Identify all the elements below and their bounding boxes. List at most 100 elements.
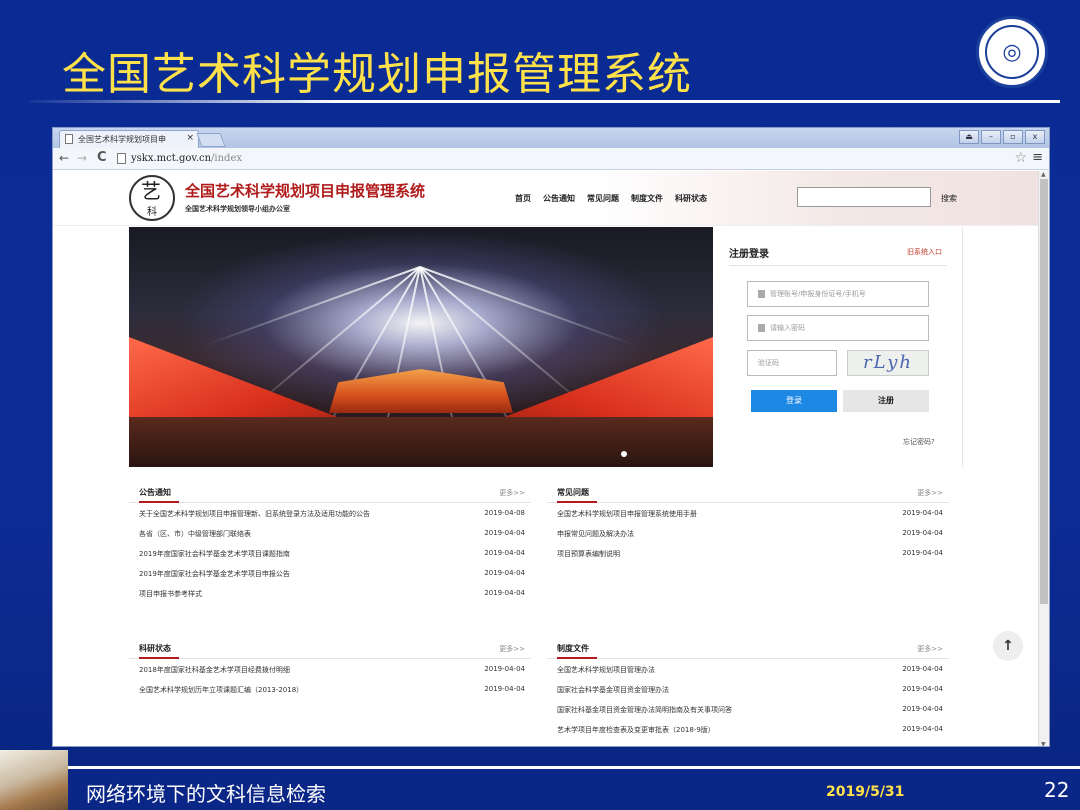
list-item[interactable]: 国家社科基金项目资金管理办法简明指南及有关事项问答 2019-04-04 [547,699,949,719]
list-item[interactable]: 2018年度国家社科基金艺术学项目经费拨付明细 2019-04-04 [129,659,531,679]
nav-notices[interactable]: 公告通知 [543,193,575,204]
nav-home[interactable]: 首页 [515,193,531,204]
site-logo-char-top: 艺 [141,179,161,203]
maximize-button[interactable]: ▫ [1003,130,1023,144]
scrollbar-thumb[interactable] [1040,179,1048,604]
page-scrollbar[interactable]: ▲ ▼ [1038,171,1049,746]
item-title[interactable]: 全国艺术科学规划项目申报管理系统使用手册 [557,509,697,519]
item-title[interactable]: 2019年度国家社会科学基金艺术学项目课题指南 [139,549,290,559]
register-button[interactable]: 注册 [843,390,929,412]
scroll-up-icon[interactable]: ▲ [1041,171,1046,178]
faq-section: 常见问题 更多>> 全国艺术科学规划项目申报管理系统使用手册 2019-04-04… [547,487,949,563]
item-title[interactable]: 全国艺术科学规划项目管理办法 [557,665,655,675]
item-title[interactable]: 2018年度国家社科基金艺术学项目经费拨付明细 [139,665,290,675]
item-title[interactable]: 项目申报书参考样式 [139,589,202,599]
forward-arrow-icon[interactable]: → [77,151,87,165]
tab-title: 全国艺术科学规划项目申 [78,135,166,144]
site-search-input[interactable] [797,187,931,207]
item-date: 2019-04-04 [484,665,525,673]
item-title[interactable]: 艺术学项目年度检查表及变更审批表（2018-9版） [557,725,715,735]
item-title[interactable]: 国家社会科学基金项目资金管理办法 [557,685,669,695]
item-date: 2019-04-04 [484,569,525,577]
forgot-password-link[interactable]: 忘记密码? [903,437,935,447]
tab-close-icon[interactable]: × [186,133,194,143]
minimize-button[interactable]: – [981,130,1001,144]
browser-menu-icon[interactable]: ≡ [1032,150,1043,165]
section-header: 制度文件 更多>> [547,643,949,659]
bookmark-star-icon[interactable]: ☆ [1014,150,1027,166]
browser-tab[interactable]: 全国艺术科学规划项目申 × [59,130,199,148]
login-button[interactable]: 登录 [751,390,837,412]
list-item[interactable]: 国家社会科学基金项目资金管理办法 2019-04-04 [547,679,949,699]
item-title[interactable]: 国家社科基金项目资金管理办法简明指南及有关事项问答 [557,705,732,715]
list-item[interactable]: 关于全国艺术科学规划项目申报管理新、旧系统登录方法及适用功能的公告 2019-04… [129,503,531,523]
item-date: 2019-04-04 [902,725,943,733]
list-item[interactable]: 项目申报书参考样式 2019-04-04 [129,583,531,603]
slide-title: 全国艺术科学规划申报管理系统 [62,49,692,100]
login-divider [729,265,947,266]
more-link[interactable]: 更多>> [499,644,525,654]
list-item[interactable]: 艺术学项目年度检查表及变更审批表（2018-9版） 2019-04-04 [547,719,949,739]
password-input[interactable]: 请输入密码 [747,315,929,341]
list-item[interactable]: 各省（区、市）中级管理部门联络表 2019-04-04 [129,523,531,543]
more-link[interactable]: 更多>> [499,488,525,498]
item-title[interactable]: 项目预算表编制说明 [557,549,620,559]
close-window-button[interactable]: x [1025,130,1045,144]
captcha-input[interactable]: 验证码 [747,350,837,376]
item-title[interactable]: 关于全国艺术科学规划项目申报管理新、旧系统登录方法及适用功能的公告 [139,509,370,519]
scroll-down-icon[interactable]: ▼ [1041,741,1046,746]
list-item[interactable]: 2019年度国家社会科学基金艺术学项目课题指南 2019-04-04 [129,543,531,563]
url-host: yskx.mct.gov.cn [131,153,212,164]
item-title[interactable]: 全国艺术科学规划历年立项课题汇编（2013-2018） [139,685,303,695]
nav-faq[interactable]: 常见问题 [587,193,619,204]
site-search-button[interactable]: 搜索 [941,193,957,204]
profile-button[interactable]: ⏏ [959,130,979,144]
site-header: 艺 科 全国艺术科学规划项目申报管理系统 全国艺术科学规划领导小组办公室 首页 … [53,171,1039,226]
regulations-section: 制度文件 更多>> 全国艺术科学规划项目管理办法 2019-04-04 国家社会科… [547,643,949,739]
list-item[interactable]: 申报常见问题及解决办法 2019-04-04 [547,523,949,543]
list-item[interactable]: 全国艺术科学规划项目申报管理系统使用手册 2019-04-04 [547,503,949,523]
nav-research[interactable]: 科研状态 [675,193,707,204]
page-icon [117,153,126,164]
list-item[interactable]: 全国艺术科学规划项目管理办法 2019-04-04 [547,659,949,679]
list-item[interactable]: 2019年度国家社会科学基金艺术学项目申报公告 2019-04-04 [129,563,531,583]
item-date: 2019-04-04 [902,705,943,713]
site-subtitle: 全国艺术科学规划领导小组办公室 [185,205,290,213]
section-title: 常见问题 [557,488,597,503]
title-divider [30,100,1060,103]
item-date: 2019-04-08 [484,509,525,517]
old-system-link[interactable]: 旧系统入口 [907,247,942,257]
item-date: 2019-04-04 [902,529,943,537]
nav-regulations[interactable]: 制度文件 [631,193,663,204]
address-bar[interactable]: yskx.mct.gov.cn/index [117,151,977,167]
item-title[interactable]: 各省（区、市）中级管理部门联络表 [139,529,251,539]
login-title: 注册登录 [729,249,769,260]
new-tab-button[interactable] [196,133,226,147]
item-title[interactable]: 申报常见问题及解决办法 [557,529,634,539]
captcha-image[interactable]: rLyh [847,350,929,376]
browser-window: 全国艺术科学规划项目申 × ⏏ – ▫ x ← → C yskx.mct.gov… [52,127,1050,747]
back-arrow-icon[interactable]: ← [59,151,69,165]
footer-divider [60,766,1080,769]
page-icon [65,134,73,144]
university-logo: ◎ [976,16,1048,88]
item-title[interactable]: 2019年度国家社会科学基金艺术学项目申报公告 [139,569,290,579]
footer-date: 2019/5/31 [826,784,905,800]
more-link[interactable]: 更多>> [917,488,943,498]
notices-section: 公告通知 更多>> 关于全国艺术科学规划项目申报管理新、旧系统登录方法及适用功能… [129,487,531,603]
back-to-top-button[interactable]: ↑ [993,631,1023,661]
site-logo-char-bottom: 科 [147,207,157,218]
site-logo[interactable]: 艺 科 [129,175,175,221]
footer-building-image [0,750,68,810]
item-date: 2019-04-04 [902,549,943,557]
hero-banner-image [129,227,713,467]
reload-icon[interactable]: C [97,150,107,165]
banner-ground [129,417,713,467]
list-item[interactable]: 全国艺术科学规划历年立项课题汇编（2013-2018） 2019-04-04 [129,679,531,699]
carousel-dot[interactable] [621,451,627,457]
list-item[interactable]: 项目预算表编制说明 2019-04-04 [547,543,949,563]
tab-strip: 全国艺术科学规划项目申 × ⏏ – ▫ x [53,128,1049,148]
item-date: 2019-04-04 [484,529,525,537]
more-link[interactable]: 更多>> [917,644,943,654]
username-input[interactable]: 管理账号/申报身份证号/手机号 [747,281,929,307]
